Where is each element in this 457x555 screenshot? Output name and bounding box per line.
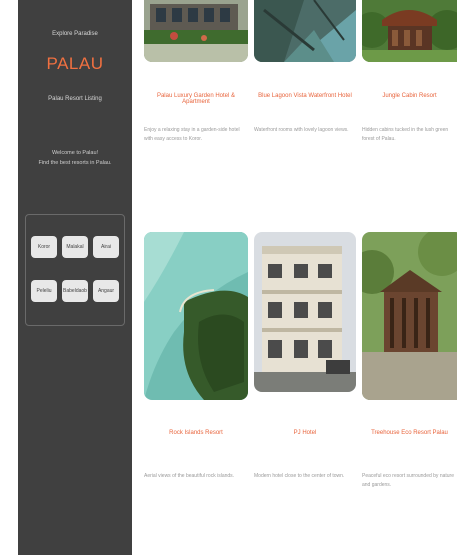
sidebar-tagline: Palau Resort Listing <box>48 96 102 102</box>
resort-description: Modern hotel close to the center of town… <box>254 473 345 479</box>
resort-description: Peaceful eco resort surrounded by nature… <box>362 473 454 488</box>
resort-card[interactable]: Jungle Cabin Resort Hidden cabins tucked… <box>362 0 457 180</box>
filter-button[interactable]: Peleliu <box>31 280 57 302</box>
resort-title[interactable]: Treehouse Eco Resort Palau <box>362 430 457 436</box>
resort-title[interactable]: PJ Hotel <box>254 430 356 436</box>
welcome-text: Welcome to Palau! Find the best resorts … <box>18 148 132 168</box>
site-logo[interactable]: PALAU <box>18 54 132 74</box>
filter-button[interactable]: Koror <box>31 236 57 258</box>
resort-image[interactable] <box>254 0 356 62</box>
filter-button[interactable]: Airai <box>93 236 119 258</box>
welcome-line-1: Welcome to Palau! <box>51 150 99 156</box>
resort-image[interactable] <box>254 232 356 392</box>
resort-card[interactable]: Palau Luxury Garden Hotel & Apartment En… <box>144 0 248 180</box>
filter-button[interactable]: Malakal <box>62 236 88 258</box>
resort-card[interactable]: Blue Lagoon Vista Waterfront Hotel Water… <box>254 0 356 180</box>
resort-title[interactable]: Rock Islands Resort <box>144 430 248 436</box>
resort-description: Aerial views of the beautiful rock islan… <box>144 473 235 479</box>
resort-image[interactable] <box>144 0 248 62</box>
resort-card[interactable]: PJ Hotel Modern hotel close to the cente… <box>254 232 356 522</box>
resort-image[interactable] <box>362 0 457 62</box>
welcome-line-2: Find the best resorts in Palau. <box>38 160 112 166</box>
resort-description: Hidden cabins tucked in the lush green f… <box>362 127 449 142</box>
filter-button[interactable]: Angaur <box>93 280 119 302</box>
resort-image[interactable] <box>144 232 248 400</box>
resort-card[interactable]: Treehouse Eco Resort Palau Peaceful eco … <box>362 232 457 522</box>
resort-title[interactable]: Jungle Cabin Resort <box>362 93 457 99</box>
resort-title[interactable]: Blue Lagoon Vista Waterfront Hotel <box>254 93 356 99</box>
filter-panel: Koror Malakal Airai Peleliu Babeldaob An… <box>25 214 125 326</box>
resort-description: Enjoy a relaxing stay in a garden-side h… <box>144 127 240 142</box>
resort-description: Waterfront rooms with lovely lagoon view… <box>254 127 349 133</box>
sidebar-top-text: Explore Paradise <box>52 31 98 37</box>
resort-card[interactable]: Rock Islands Resort Aerial views of the … <box>144 232 248 522</box>
resort-image[interactable] <box>362 232 457 400</box>
resort-title[interactable]: Palau Luxury Garden Hotel & Apartment <box>144 93 248 105</box>
filter-button[interactable]: Babeldaob <box>62 280 88 302</box>
sidebar: Explore Paradise PALAU Palau Resort List… <box>18 0 132 555</box>
